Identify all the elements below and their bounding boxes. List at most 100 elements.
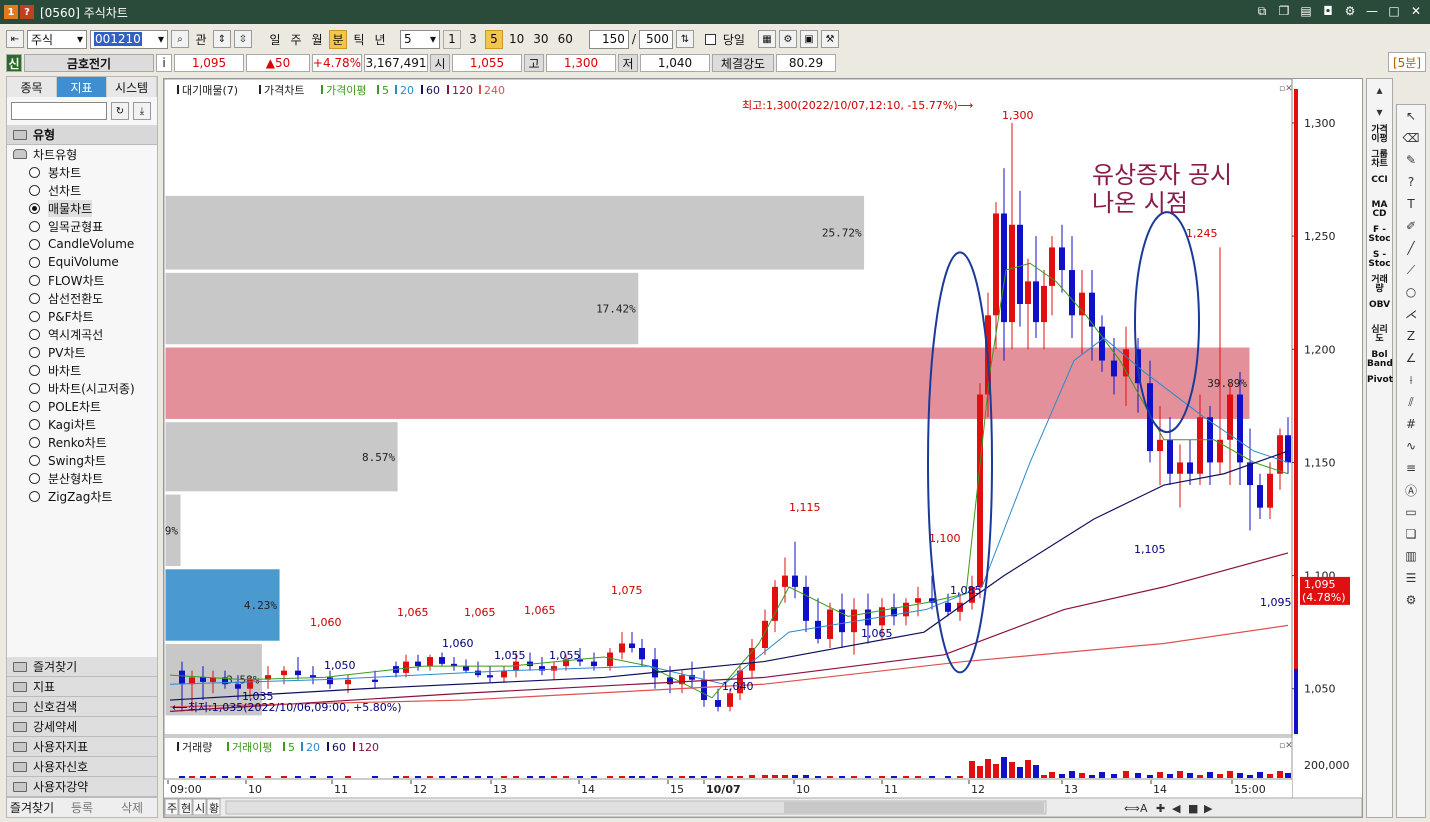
left-search-input[interactable] (11, 102, 107, 120)
bottom-control-icon[interactable]: ✚ (1156, 802, 1165, 815)
radio-icon[interactable] (29, 220, 40, 232)
shortcut-f-stoc[interactable]: F - Stoc (1367, 226, 1392, 248)
shortcut-s-stoc[interactable]: S - Stoc (1367, 251, 1392, 273)
left-section-0[interactable]: 즐겨찾기 (7, 657, 157, 677)
total-input[interactable]: 500 (638, 29, 673, 49)
bar-chart-icon[interactable]: ▥ (1397, 545, 1425, 567)
parallel-icon[interactable]: ≡ (1397, 457, 1425, 479)
radio-icon[interactable] (29, 256, 40, 268)
grid-icon[interactable]: # (1397, 413, 1425, 435)
settings-icon[interactable]: ⚙ (778, 30, 797, 48)
maximize-icon[interactable]: □ (1386, 3, 1402, 19)
chart-svg[interactable]: 25.72% 17.42% 39.89% 8.57% 0.59% 4.23% 3.58% 1,… (145, 78, 1363, 818)
bottom-control-icon[interactable]: A (1140, 802, 1148, 815)
stepper-icon[interactable]: ⇅ (675, 30, 694, 48)
tab-system[interactable]: 시스템 (107, 77, 157, 97)
bottom-control-icon[interactable]: ⟺ (1124, 802, 1140, 815)
radio-icon[interactable] (29, 364, 40, 376)
shortcut-pivot[interactable]: Pivot (1367, 376, 1393, 398)
help-icon[interactable]: ? (1397, 171, 1425, 193)
scroll-up-icon[interactable]: ▴ (1367, 79, 1392, 101)
bottom-tab-0[interactable]: 주 (167, 802, 177, 815)
radio-icon[interactable] (29, 400, 40, 412)
radio-icon[interactable] (29, 274, 40, 286)
link-icon[interactable]: ⧉ (1254, 3, 1270, 19)
fib-icon[interactable]: ⋌ (1397, 303, 1425, 325)
market-select[interactable]: 주식 ▾ (27, 29, 87, 49)
chart-type-item[interactable]: 매물차트 (7, 199, 157, 217)
radio-icon[interactable] (29, 328, 40, 340)
bottom-tab-1[interactable]: 현 (181, 802, 191, 815)
scroll-down-icon[interactable]: ▾ (1367, 101, 1392, 123)
copy-icon[interactable]: ❐ (1276, 3, 1292, 19)
left-section-4[interactable]: 사용자지표 (7, 737, 157, 757)
info-button[interactable]: i (156, 54, 172, 72)
radio-icon[interactable] (29, 382, 40, 394)
chart-type-item[interactable]: 봉차트 (7, 163, 157, 181)
channel-icon[interactable]: ⫽ (1397, 391, 1425, 413)
left-section-3[interactable]: 강세약세 (7, 717, 157, 737)
left-section-2[interactable]: 신호검색 (7, 697, 157, 717)
tab-stock[interactable]: 종목 (7, 77, 57, 97)
chart-type-item[interactable]: PV차트 (7, 343, 157, 361)
chart-type-item[interactable]: Renko차트 (7, 433, 157, 451)
radio-icon[interactable] (29, 184, 40, 196)
chart-type-item[interactable]: ZigZag차트 (7, 487, 157, 505)
chart-type-item[interactable]: POLE차트 (7, 397, 157, 415)
layout-icon[interactable]: ▦ (757, 30, 776, 48)
left-section-5[interactable]: 사용자신호 (7, 757, 157, 777)
interval-select[interactable]: 5 ▾ (400, 29, 440, 49)
chart-type-item[interactable]: EquiVolume (7, 253, 157, 271)
bottom-control-icon[interactable]: ■ (1188, 802, 1198, 815)
chart-type-item[interactable]: 바차트 (7, 361, 157, 379)
radio-icon[interactable] (29, 166, 40, 178)
interval-30[interactable]: 30 (530, 30, 551, 49)
angle-icon[interactable]: ∠ (1397, 347, 1425, 369)
tab-indicator[interactable]: 지표 (57, 77, 107, 97)
interval-5[interactable]: 5 (485, 29, 503, 49)
period-day[interactable]: 일 (266, 30, 284, 49)
close-icon[interactable]: ✕ (1408, 3, 1424, 19)
window-icon[interactable]: ▭ (1397, 501, 1425, 523)
radio-icon[interactable] (29, 238, 40, 250)
print-icon[interactable]: ▤ (1298, 3, 1314, 19)
chart-type-item[interactable]: 일목균형표 (7, 217, 157, 235)
delete-button[interactable]: 삭제 (107, 799, 157, 816)
bottom-control-icon[interactable]: ▶ (1204, 802, 1213, 815)
interval-10[interactable]: 10 (506, 30, 527, 49)
period-year[interactable]: 년 (371, 30, 389, 49)
line-icon[interactable]: ╱ (1397, 237, 1425, 259)
chart-type-item[interactable]: Swing차트 (7, 451, 157, 469)
type-section[interactable]: 유형 (7, 125, 157, 145)
pen-icon[interactable]: ✐ (1397, 215, 1425, 237)
chart-type-item[interactable]: 분산형차트 (7, 469, 157, 487)
fan-icon[interactable]: ⟊ (1397, 369, 1425, 391)
minimize-icon[interactable]: — (1364, 3, 1380, 19)
tools-icon[interactable]: ⚒ (820, 30, 839, 48)
search-icon[interactable]: ⌕ (171, 30, 189, 48)
list-icon[interactable]: ☰ (1397, 567, 1425, 589)
bottom-tab-3[interactable]: 황 (209, 802, 219, 815)
panel-close-icon[interactable]: ▫✕ (1279, 84, 1293, 94)
ray-icon[interactable]: ⟋ (1397, 259, 1425, 281)
eraser-icon[interactable]: ⌫ (1397, 127, 1425, 149)
help-badge[interactable]: ? (20, 5, 34, 19)
auto-icon[interactable]: Ⓐ (1397, 479, 1425, 501)
left-section-1[interactable]: 지표 (7, 677, 157, 697)
gwan-button[interactable]: 관 (192, 30, 210, 49)
today-checkbox[interactable] (704, 33, 716, 45)
radio-icon[interactable] (29, 292, 40, 304)
cursor-icon[interactable]: ↖ (1397, 105, 1425, 127)
period-week[interactable]: 주 (287, 30, 305, 49)
download-icon[interactable]: ⤓ (133, 102, 151, 120)
updown-icon[interactable]: ⇳ (234, 30, 252, 48)
shortcut-macd[interactable]: MA CD (1367, 201, 1392, 223)
zigzag-icon[interactable]: Z (1397, 325, 1425, 347)
left-section-6[interactable]: 사용자강약 (7, 777, 157, 797)
bottom-control-icon[interactable]: ◀ (1172, 802, 1181, 815)
scrollbar-thumb[interactable] (784, 802, 1044, 813)
favorites-tab[interactable]: 즐겨찾기 (7, 799, 57, 816)
period-tick[interactable]: 틱 (350, 30, 368, 49)
chart-type-item[interactable]: Kagi차트 (7, 415, 157, 433)
wrench-icon[interactable]: ⚙ (1397, 589, 1425, 611)
